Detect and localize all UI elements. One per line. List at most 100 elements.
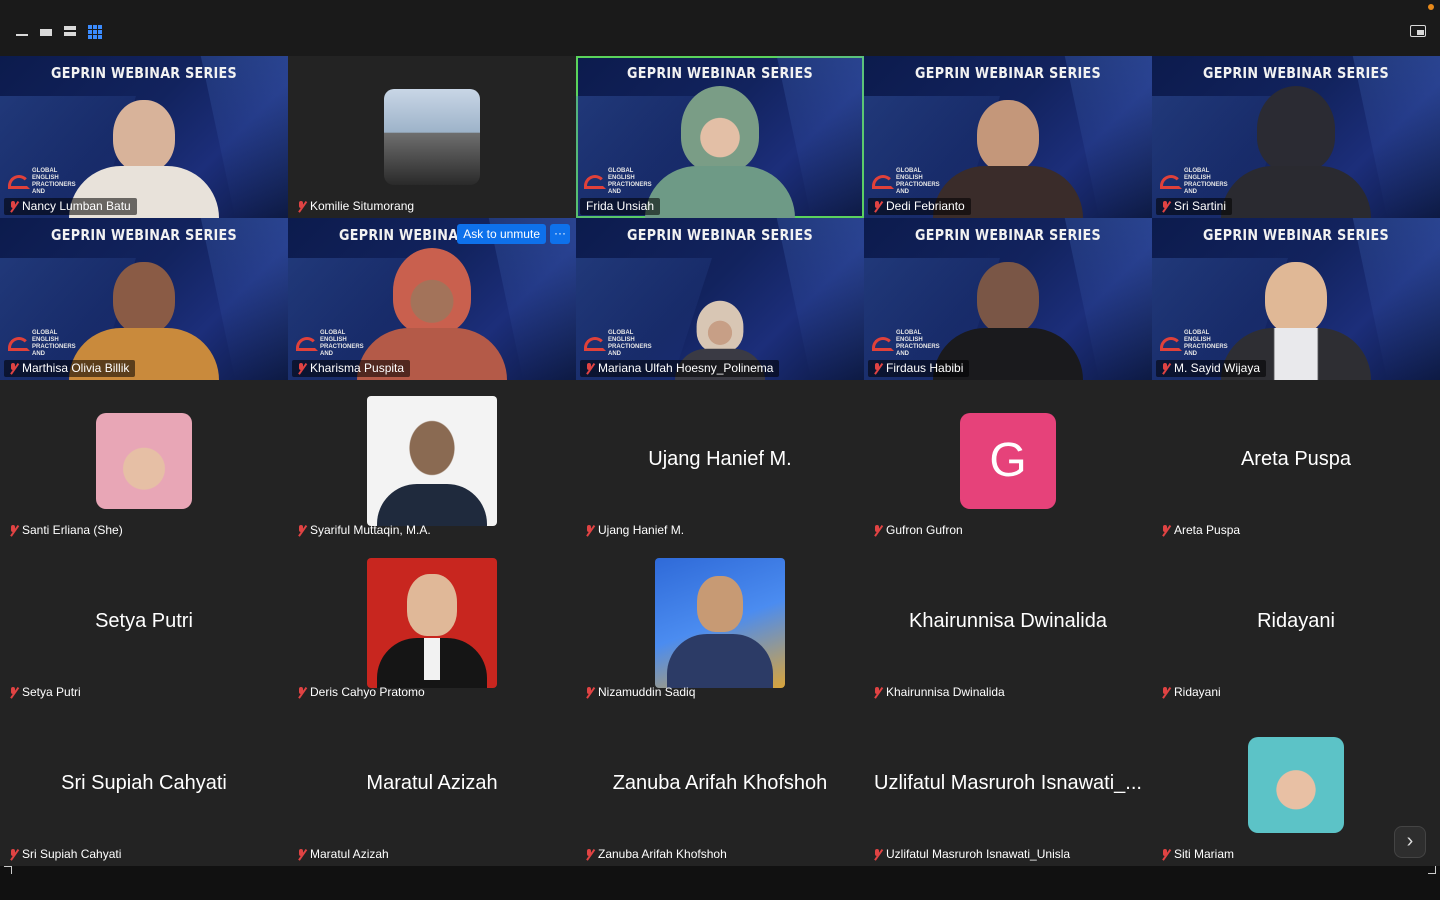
participant-tile[interactable]: Ridayani Ridayani: [1152, 542, 1440, 704]
muted-mic-icon: [872, 849, 882, 860]
participant-tile[interactable]: GEPRIN WEBINAR SERIES GLOBAL ENGLISH PRA…: [288, 218, 576, 380]
participant-display-name: Maratul Azizah: [366, 772, 498, 794]
participant-tile[interactable]: G Gufron Gufron: [864, 380, 1152, 542]
participant-display-name: Ridayani: [1257, 610, 1335, 632]
minimize-view-icon[interactable]: [16, 24, 34, 40]
muted-mic-icon: [1160, 525, 1170, 536]
participant-name: Ridayani: [1156, 684, 1227, 701]
participant-display-name: Khairunnisa Dwinalida: [909, 610, 1107, 632]
participant-name: Sri Supiah Cahyati: [4, 846, 127, 863]
participant-name: Setya Putri: [4, 684, 87, 701]
next-page-button[interactable]: ›: [1394, 826, 1426, 858]
participant-video: [1221, 86, 1371, 218]
participant-name: Zanuba Arifah Khofshoh: [580, 846, 733, 863]
participant-tile[interactable]: Syariful Muttaqin, M.A.: [288, 380, 576, 542]
geprin-logo: GLOBAL ENGLISH PRACTIONERS AND: [296, 330, 372, 358]
webinar-banner: GEPRIN WEBINAR SERIES: [915, 64, 1101, 82]
geprin-logo: GLOBAL ENGLISH PRACTIONERS AND: [1160, 330, 1236, 358]
participant-tile[interactable]: Santi Erliana (She): [0, 380, 288, 542]
participant-name: Firdaus Habibi: [868, 360, 970, 377]
participant-tile[interactable]: GEPRIN WEBINAR SERIES GLOBAL ENGLISH PRA…: [0, 56, 288, 218]
participant-display-name: Zanuba Arifah Khofshoh: [612, 772, 828, 794]
status-dot-icon: [1428, 4, 1434, 10]
resize-handle-icon[interactable]: [4, 866, 12, 874]
participant-name: Nizamuddin Sadiq: [580, 684, 701, 701]
participant-display-name: Ujang Hanief M.: [648, 448, 792, 470]
profile-photo: [384, 89, 480, 185]
muted-mic-icon: [296, 849, 306, 860]
participant-display-name: Setya Putri: [95, 610, 193, 632]
muted-mic-icon: [584, 525, 594, 536]
muted-mic-icon: [1160, 687, 1170, 698]
participant-tile[interactable]: Nizamuddin Sadiq: [576, 542, 864, 704]
participant-name: Sri Sartini: [1156, 198, 1233, 215]
profile-photo: [367, 396, 497, 526]
webinar-banner: GEPRIN WEBINAR SERIES: [915, 226, 1101, 244]
active-speaker-tile[interactable]: GEPRIN WEBINAR SERIES GLOBAL ENGLISH PRA…: [576, 56, 864, 218]
gallery-view-icon[interactable]: [88, 24, 106, 40]
stacked-view-icon[interactable]: [64, 24, 82, 40]
profile-photo: [367, 558, 497, 688]
participant-name: Kharisma Puspita: [292, 360, 411, 377]
participant-name: Dedi Febrianto: [868, 198, 971, 215]
participant-name: Mariana Ulfah Hoesny_Polinema: [580, 360, 780, 377]
muted-mic-icon: [8, 849, 18, 860]
participant-display-name: Uzlifatul Masruroh Isnawati_...: [874, 772, 1142, 794]
bottom-bar: [0, 866, 1440, 900]
participant-name: Santi Erliana (She): [4, 522, 129, 539]
participant-tile[interactable]: Khairunnisa Dwinalida Khairunnisa Dwinal…: [864, 542, 1152, 704]
participant-tile[interactable]: GEPRIN WEBINAR SERIES GLOBAL ENGLISH PRA…: [576, 218, 864, 380]
participant-tile[interactable]: GEPRIN WEBINAR SERIES GLOBAL ENGLISH PRA…: [864, 218, 1152, 380]
webinar-banner: GEPRIN WEBINAR SERIES: [51, 226, 237, 244]
participant-name: Syariful Muttaqin, M.A.: [292, 522, 437, 539]
top-toolbar: [0, 0, 1440, 56]
muted-mic-icon: [872, 363, 882, 374]
participant-video: [645, 86, 795, 218]
participant-tile[interactable]: Maratul Azizah Maratul Azizah: [288, 704, 576, 866]
muted-mic-icon: [1160, 201, 1170, 212]
resize-handle-icon[interactable]: [1428, 866, 1436, 874]
muted-mic-icon: [584, 687, 594, 698]
participant-name: Gufron Gufron: [868, 522, 969, 539]
muted-mic-icon: [584, 363, 594, 374]
participant-name: Maratul Azizah: [292, 846, 395, 863]
participant-tile[interactable]: Komilie Situmorang: [288, 56, 576, 218]
participant-name: Areta Puspa: [1156, 522, 1246, 539]
geprin-logo: GLOBAL ENGLISH PRACTIONERS AND: [584, 168, 660, 196]
muted-mic-icon: [1160, 363, 1170, 374]
geprin-logo: GLOBAL ENGLISH PRACTIONERS AND: [8, 168, 84, 196]
picture-in-picture-icon[interactable]: [1410, 25, 1426, 37]
ask-to-unmute-button[interactable]: Ask to unmute: [457, 224, 546, 244]
participant-tile[interactable]: GEPRIN WEBINAR SERIES GLOBAL ENGLISH PRA…: [1152, 218, 1440, 380]
participant-tile[interactable]: GEPRIN WEBINAR SERIES GLOBAL ENGLISH PRA…: [1152, 56, 1440, 218]
participant-tile[interactable]: Deris Cahyo Pratomo: [288, 542, 576, 704]
webinar-banner: GEPRIN WEBINAR SERIES: [51, 64, 237, 82]
muted-mic-icon: [296, 363, 306, 374]
muted-mic-icon: [1160, 849, 1170, 860]
geprin-logo: GLOBAL ENGLISH PRACTIONERS AND: [8, 330, 84, 358]
participant-name: Ujang Hanief M.: [580, 522, 690, 539]
speaker-view-icon[interactable]: [40, 24, 58, 40]
participant-tile[interactable]: GEPRIN WEBINAR SERIES GLOBAL ENGLISH PRA…: [864, 56, 1152, 218]
profile-photo: [1248, 737, 1344, 833]
participant-tile[interactable]: Ujang Hanief M. Ujang Hanief M.: [576, 380, 864, 542]
participant-tile[interactable]: Areta Puspa Areta Puspa: [1152, 380, 1440, 542]
participant-tile[interactable]: GEPRIN WEBINAR SERIES GLOBAL ENGLISH PRA…: [0, 218, 288, 380]
muted-mic-icon: [8, 687, 18, 698]
participant-display-name: Sri Supiah Cahyati: [61, 772, 227, 794]
muted-mic-icon: [8, 363, 18, 374]
geprin-logo: GLOBAL ENGLISH PRACTIONERS AND: [872, 330, 948, 358]
participant-tile[interactable]: Sri Supiah Cahyati Sri Supiah Cahyati: [0, 704, 288, 866]
participant-tile[interactable]: Zanuba Arifah Khofshoh Zanuba Arifah Kho…: [576, 704, 864, 866]
participant-gallery: GEPRIN WEBINAR SERIES GLOBAL ENGLISH PRA…: [0, 56, 1440, 866]
webinar-banner: GEPRIN WEBINAR SERIES: [1203, 64, 1389, 82]
participant-display-name: Areta Puspa: [1240, 448, 1352, 470]
muted-mic-icon: [296, 525, 306, 536]
webinar-banner: GEPRIN WEBINAR SERIES: [1203, 226, 1389, 244]
participant-tile[interactable]: Setya Putri Setya Putri: [0, 542, 288, 704]
more-options-button[interactable]: ···: [550, 224, 570, 244]
participant-name: Marthisa Olivia Billik: [4, 360, 136, 377]
muted-mic-icon: [584, 849, 594, 860]
geprin-logo: GLOBAL ENGLISH PRACTIONERS AND: [1160, 168, 1236, 196]
participant-tile[interactable]: Uzlifatul Masruroh Isnawati_... Uzlifatu…: [864, 704, 1152, 866]
